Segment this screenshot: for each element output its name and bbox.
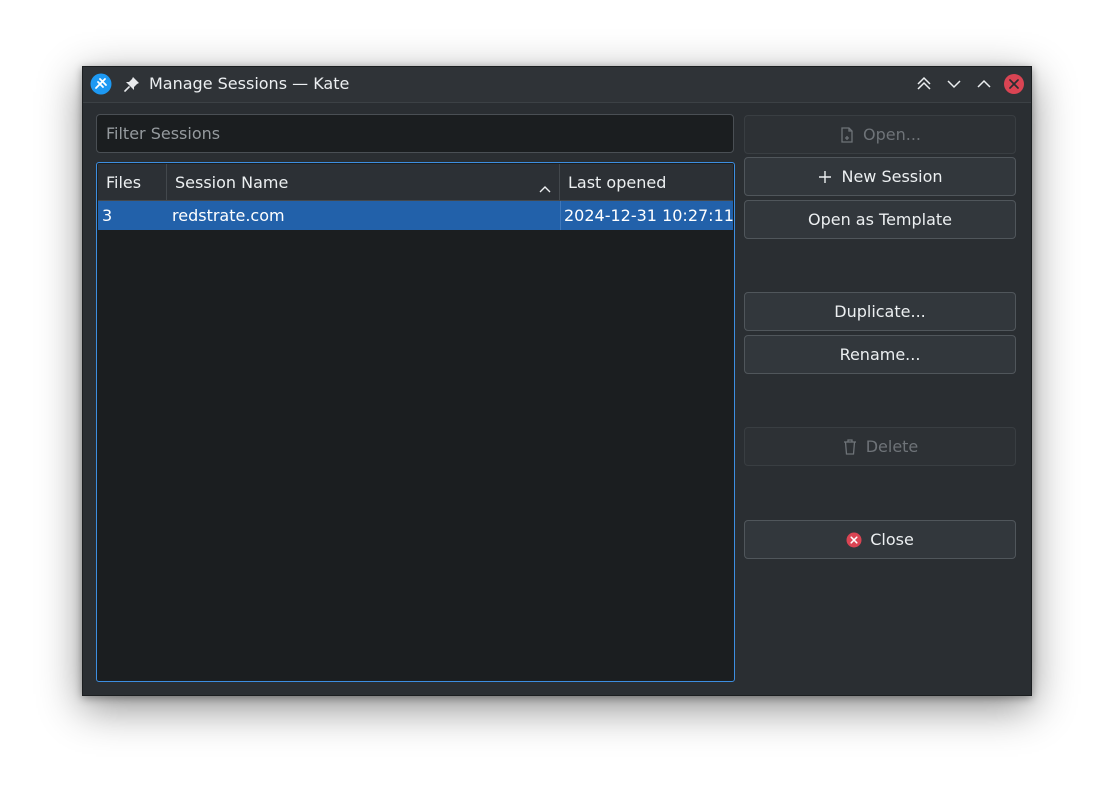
new-session-button[interactable]: New Session: [744, 157, 1016, 196]
minimize-icon[interactable]: [943, 73, 965, 95]
kate-app-icon[interactable]: [90, 73, 112, 95]
document-open-icon: [839, 126, 855, 143]
sort-ascending-icon: [537, 174, 553, 193]
column-header-session-name[interactable]: Session Name: [167, 164, 560, 200]
column-header-session-name-label: Session Name: [175, 173, 289, 192]
row-files-count: 3: [102, 206, 113, 225]
column-header-last-opened[interactable]: Last opened: [560, 164, 734, 200]
duplicate-label: Duplicate...: [834, 302, 926, 321]
pin-icon[interactable]: [123, 75, 141, 93]
table-row[interactable]: 3 redstrate.com 2024-12-31 10:27:11: [98, 201, 734, 230]
row-session-name: redstrate.com: [172, 206, 285, 225]
sessions-table[interactable]: Files Session Name Last opened 3 redstra…: [96, 162, 735, 682]
trash-icon: [842, 438, 858, 455]
keep-above-icon[interactable]: [913, 73, 935, 95]
rename-label: Rename...: [839, 345, 921, 364]
maximize-icon[interactable]: [973, 73, 995, 95]
open-as-template-label: Open as Template: [807, 210, 953, 229]
column-header-files[interactable]: Files: [98, 164, 167, 200]
title-bar[interactable]: Manage Sessions — Kate: [83, 67, 1031, 103]
close-label: Close: [870, 530, 914, 549]
delete-button[interactable]: Delete: [744, 427, 1016, 466]
filter-sessions-input[interactable]: [96, 114, 734, 153]
delete-label: Delete: [865, 437, 919, 456]
duplicate-button[interactable]: Duplicate...: [744, 292, 1016, 331]
new-session-label: New Session: [841, 167, 943, 186]
close-icon[interactable]: [1003, 73, 1025, 95]
plus-icon: [817, 169, 833, 185]
row-last-opened: 2024-12-31 10:27:11: [564, 206, 734, 225]
window-title: Manage Sessions — Kate: [149, 74, 350, 93]
close-circle-icon: [846, 532, 862, 548]
open-button[interactable]: Open...: [744, 115, 1016, 154]
open-button-label: Open...: [863, 125, 921, 144]
manage-sessions-dialog: Manage Sessions — Kate Files: [82, 66, 1032, 696]
rename-button[interactable]: Rename...: [744, 335, 1016, 374]
table-header: Files Session Name Last opened: [98, 164, 733, 201]
column-divider: [560, 201, 561, 230]
close-button[interactable]: Close: [744, 520, 1016, 559]
open-as-template-button[interactable]: Open as Template: [744, 200, 1016, 239]
